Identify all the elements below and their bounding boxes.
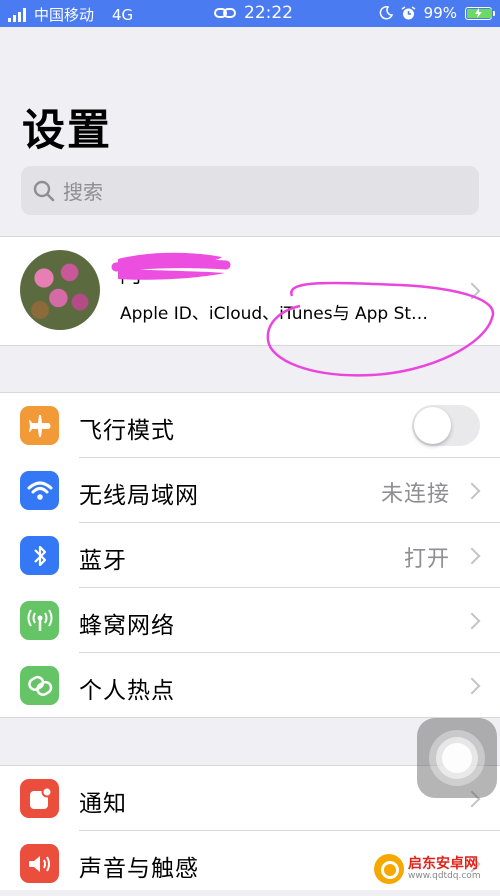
watermark-url: www.qdtdq.com <box>408 871 481 881</box>
sound-icon <box>20 844 59 883</box>
settings-group-connectivity: 飞行模式 无线局域网 未连接 蓝牙 打开 蜂窝网络 个人热点 <box>0 392 500 718</box>
cellular-icon <box>20 601 59 640</box>
wifi-icon <box>20 471 59 510</box>
notification-icon <box>20 779 59 818</box>
chevron-right-icon <box>463 282 481 300</box>
hotspot-icon <box>20 666 59 705</box>
watermark: 启东安卓网 www.qdtdq.com <box>374 851 498 887</box>
row-label: 通知 <box>79 791 127 817</box>
row-label: 蓝牙 <box>79 548 127 574</box>
airplane-icon <box>20 406 59 445</box>
network-type: 4G <box>112 5 134 24</box>
bluetooth-icon <box>20 536 59 575</box>
search-icon <box>33 180 55 201</box>
row-label: 声音与触感 <box>79 856 199 882</box>
watermark-logo-icon <box>374 854 404 884</box>
apple-id-card[interactable]: 阿 Apple ID、iCloud、iTunes与 App St… <box>0 236 500 346</box>
search-placeholder: 搜索 <box>63 180 103 204</box>
status-bar: 中国移动 4G 22:22 99% <box>0 0 500 27</box>
chevron-right-icon <box>463 482 481 500</box>
row-value: 打开 <box>403 547 450 572</box>
assistive-touch-button[interactable] <box>417 718 497 798</box>
row-bluetooth[interactable]: 蓝牙 打开 <box>0 523 500 588</box>
chevron-right-icon <box>463 547 481 565</box>
chevron-right-icon <box>463 677 481 695</box>
chevron-right-icon <box>463 612 481 630</box>
row-wifi[interactable]: 无线局域网 未连接 <box>0 458 500 523</box>
watermark-name: 启东安卓网 <box>408 856 478 872</box>
row-cellular[interactable]: 蜂窝网络 <box>0 588 500 653</box>
profile-subtitle: Apple ID、iCloud、iTunes与 App St… <box>120 304 429 324</box>
link-icon <box>214 8 236 18</box>
battery-charging-icon <box>465 6 495 20</box>
carrier-label: 中国移动 <box>34 6 95 24</box>
moon-icon <box>379 6 393 20</box>
airplane-mode-toggle[interactable] <box>412 405 480 446</box>
clock: 22:22 <box>244 3 293 23</box>
search-input[interactable]: 搜索 <box>21 166 479 215</box>
row-label: 个人热点 <box>79 678 175 704</box>
battery-percent: 99% <box>423 4 457 22</box>
page-title: 设置 <box>22 106 112 156</box>
row-airplane-mode[interactable]: 飞行模式 <box>0 393 500 458</box>
row-label: 无线局域网 <box>79 483 199 509</box>
avatar <box>20 250 100 330</box>
row-label: 飞行模式 <box>79 418 175 444</box>
row-value: 未连接 <box>380 482 450 507</box>
row-personal-hotspot[interactable]: 个人热点 <box>0 653 500 718</box>
signal-bars-icon <box>8 7 26 22</box>
profile-name: 阿 <box>120 263 143 288</box>
alarm-icon <box>401 5 416 19</box>
row-label: 蜂窝网络 <box>79 613 175 639</box>
